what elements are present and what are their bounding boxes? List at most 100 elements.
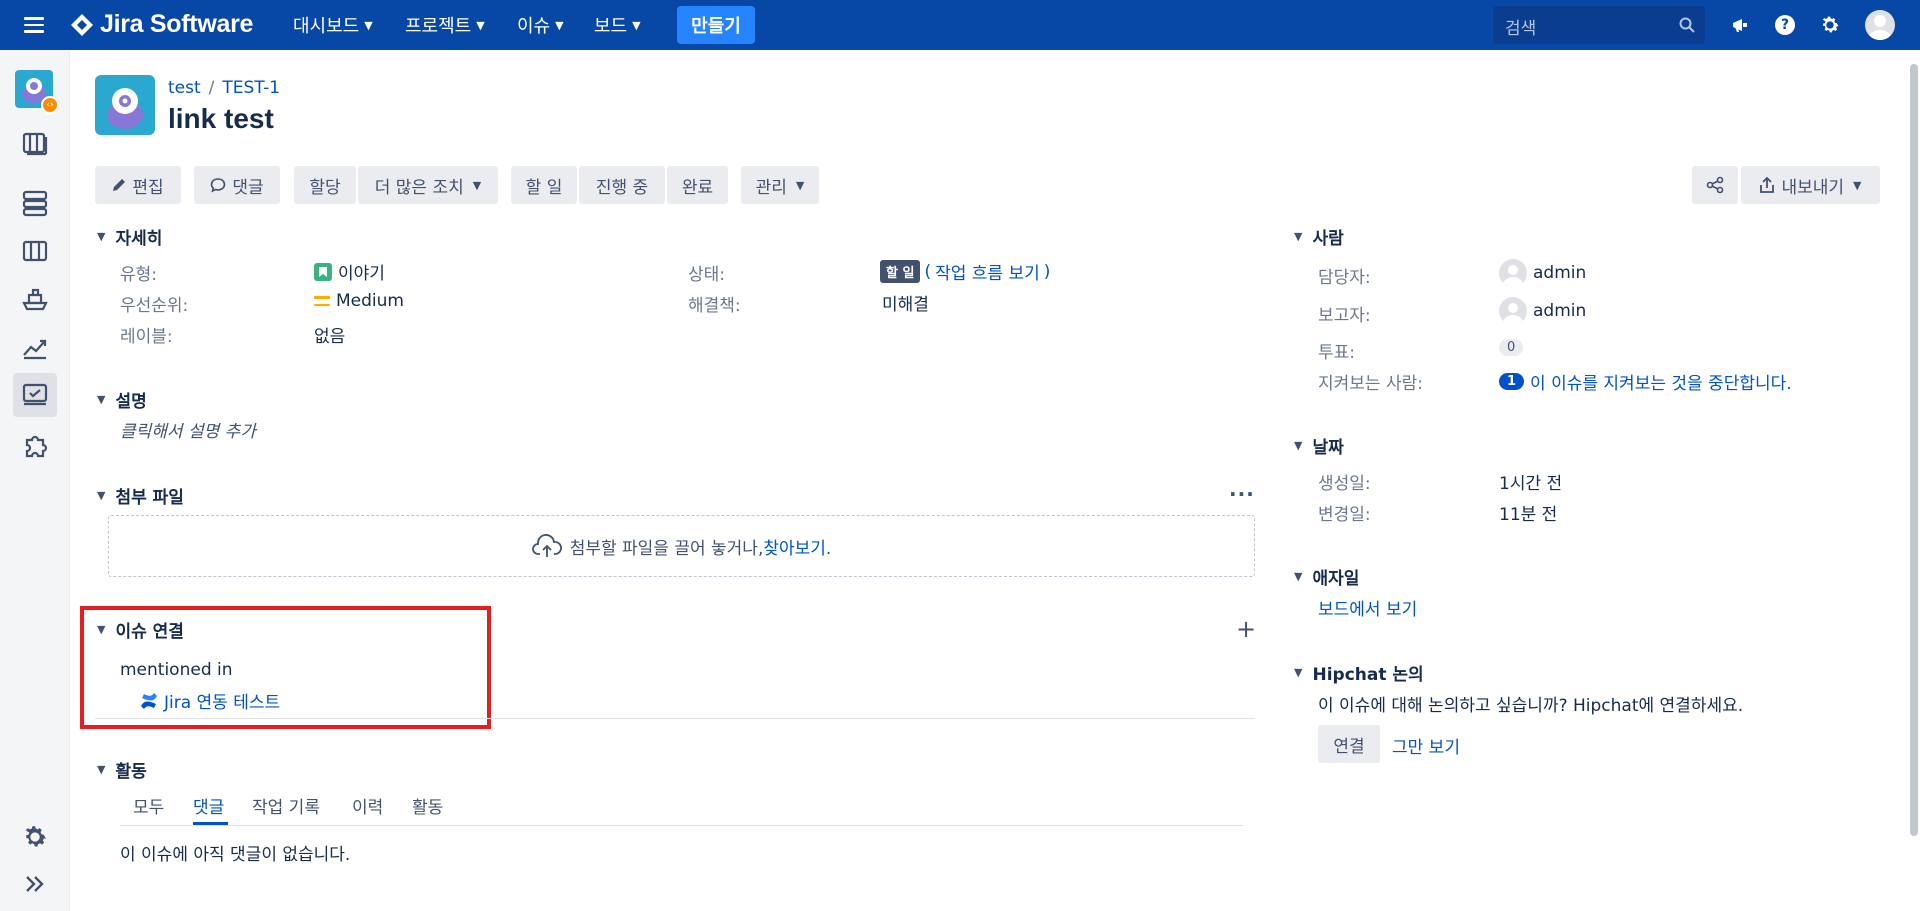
megaphone-icon[interactable]: [1728, 13, 1752, 37]
admin-button[interactable]: 관리 ▼: [741, 166, 819, 204]
details-section-toggle[interactable]: ▼ 자세히: [97, 224, 162, 249]
labels-label: 레이블:: [120, 327, 173, 347]
cloud-upload-icon: [531, 534, 562, 557]
issues-icon[interactable]: [13, 373, 57, 417]
description-field[interactable]: 클릭해서 설명 추가: [120, 417, 256, 442]
tab-work-log[interactable]: 작업 기록: [252, 793, 320, 818]
agile-section-toggle[interactable]: ▼ 애자일: [1294, 564, 1359, 589]
nav-issues[interactable]: 이슈 ▼: [517, 0, 564, 50]
watchers-value: 1 이 이슈를 지켜보는 것을 중단합니다.: [1499, 369, 1792, 394]
breadcrumb-project-link[interactable]: test: [168, 78, 201, 98]
jira-diamond-icon: [71, 13, 93, 36]
assignee-value[interactable]: admin: [1499, 259, 1586, 287]
nav-boards[interactable]: 보드 ▼: [594, 0, 641, 50]
done-transition-button[interactable]: 완료: [667, 166, 728, 204]
resolution-label: 해결책:: [688, 296, 741, 316]
project-sidebar: ‹›: [0, 50, 70, 911]
project-avatar[interactable]: [95, 75, 155, 135]
browse-files-link[interactable]: 찾아보기.: [763, 534, 831, 559]
watchers-label: 지켜보는 사람:: [1318, 374, 1423, 394]
attachments-section-toggle[interactable]: ▼ 첨부 파일: [97, 483, 184, 508]
more-actions-button[interactable]: 더 많은 조치 ▼: [358, 166, 498, 204]
updated-label: 변경일:: [1318, 505, 1371, 525]
link-relation-label: mentioned in: [120, 660, 233, 680]
create-button[interactable]: 만들기: [677, 6, 755, 44]
breadcrumb-issue-link[interactable]: TEST-1: [222, 78, 280, 98]
people-section-toggle[interactable]: ▼ 사람: [1294, 224, 1344, 249]
releases-icon[interactable]: [21, 189, 49, 217]
assign-button[interactable]: 할당: [294, 166, 356, 204]
search-icon: [1679, 17, 1695, 33]
type-label: 유형:: [120, 265, 158, 285]
in-progress-transition-button[interactable]: 진행 중: [579, 166, 665, 204]
breadcrumb: test / TEST-1: [168, 78, 281, 98]
tab-activity[interactable]: 활동: [412, 793, 443, 818]
priority-label: 우선순위:: [120, 296, 189, 316]
share-button[interactable]: [1692, 166, 1738, 204]
todo-transition-button[interactable]: 할 일: [511, 166, 577, 204]
type-value[interactable]: 이야기: [314, 259, 385, 284]
activity-section-toggle[interactable]: ▼ 활동: [97, 757, 147, 782]
app-name: Jira Software: [100, 10, 254, 38]
nav-projects[interactable]: 프로젝트 ▼: [405, 0, 485, 50]
jira-logo[interactable]: Jira Software: [70, 10, 253, 39]
issue-summary[interactable]: link test: [168, 103, 274, 135]
share-icon: [1706, 176, 1724, 194]
watchers-count[interactable]: 1: [1499, 373, 1525, 390]
add-ons-puzzle-icon[interactable]: [21, 431, 49, 459]
medium-priority-icon: [314, 296, 330, 306]
hipchat-prompt-text: 이 이슈에 대해 논의하고 싶습니까? Hipchat에 연결하세요.: [1318, 696, 1744, 716]
view-on-board-link[interactable]: 보드에서 보기: [1318, 595, 1417, 620]
dates-section-toggle[interactable]: ▼ 날짜: [1294, 433, 1344, 458]
project-avatar-small[interactable]: ‹›: [15, 70, 59, 114]
pencil-icon: [113, 179, 126, 191]
board-icon[interactable]: [21, 237, 49, 265]
settings-gear-icon[interactable]: [1818, 13, 1842, 37]
ship-icon[interactable]: [21, 285, 49, 313]
project-settings-icon[interactable]: [21, 823, 49, 851]
description-section-toggle[interactable]: ▼ 설명: [97, 387, 147, 412]
linked-page-link[interactable]: Jira 연동 테스트: [164, 688, 280, 713]
reports-icon[interactable]: [21, 333, 49, 361]
no-comments-message: 이 이슈에 아직 댓글이 없습니다.: [120, 845, 351, 865]
backlog-icon[interactable]: [21, 129, 49, 157]
assignee-label: 담당자:: [1318, 268, 1371, 288]
search-input[interactable]: 검색: [1493, 6, 1705, 44]
help-icon[interactable]: ?: [1773, 13, 1797, 37]
hipchat-section-toggle[interactable]: ▼ Hipchat 논의: [1294, 660, 1424, 685]
view-workflow-link[interactable]: 작업 흐름 보기: [935, 259, 1040, 284]
hipchat-dismiss-link[interactable]: 그만 보기: [1392, 733, 1460, 758]
reporter-label: 보고자:: [1318, 306, 1371, 326]
issue-links-section-toggle[interactable]: ▼ 이슈 연결: [97, 617, 184, 642]
created-label: 생성일:: [1318, 474, 1371, 494]
tabs-divider: [120, 825, 1243, 826]
scrollbar[interactable]: [1910, 64, 1918, 836]
user-avatar[interactable]: [1865, 10, 1895, 40]
hamburger-menu-icon[interactable]: [22, 13, 46, 37]
votes-label: 투표:: [1318, 343, 1356, 363]
priority-value[interactable]: Medium: [314, 291, 404, 311]
edit-button[interactable]: 편집: [95, 166, 181, 204]
tab-history[interactable]: 이력: [352, 793, 383, 818]
comment-button[interactable]: 댓글: [194, 166, 280, 204]
linked-page-item[interactable]: Jira 연동 테스트: [139, 688, 280, 713]
votes-value[interactable]: 0: [1499, 339, 1524, 356]
status-label: 상태:: [688, 265, 726, 285]
created-value: 1시간 전: [1499, 474, 1563, 494]
nav-dashboards[interactable]: 대시보드 ▼: [293, 0, 373, 50]
export-button[interactable]: 내보내기 ▼: [1741, 166, 1880, 204]
status-value: 할 일 (작업 흐름 보기): [880, 259, 1050, 284]
expand-sidebar-icon[interactable]: [21, 870, 49, 898]
more-options-icon[interactable]: ···: [1229, 482, 1255, 506]
reporter-value[interactable]: admin: [1499, 297, 1586, 325]
attachment-dropzone[interactable]: 첨부할 파일을 끌어 놓거나, 찾아보기.: [108, 515, 1255, 577]
stop-watching-link[interactable]: 이 이슈를 지켜보는 것을 중단합니다.: [1530, 369, 1792, 394]
divider: [95, 718, 1255, 719]
labels-value[interactable]: 없음: [314, 322, 345, 347]
add-link-plus-icon[interactable]: +: [1236, 617, 1256, 641]
tab-all[interactable]: 모두: [133, 793, 164, 818]
hipchat-connect-button[interactable]: 연결: [1318, 725, 1380, 763]
tab-comments[interactable]: 댓글: [193, 793, 224, 818]
reporter-avatar: [1499, 297, 1527, 325]
confluence-icon: [141, 692, 157, 709]
